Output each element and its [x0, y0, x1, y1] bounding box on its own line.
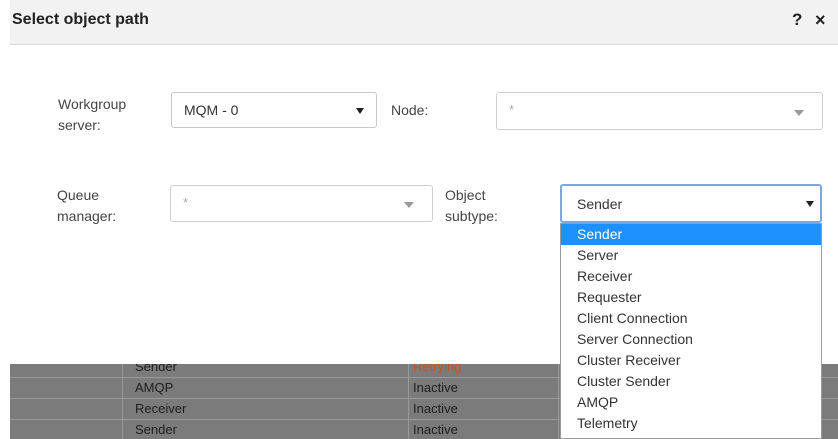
- option-client-connection[interactable]: Client Connection: [561, 308, 821, 329]
- dialog-title: Select object path: [12, 11, 149, 28]
- option-telemetry[interactable]: Telemetry: [561, 413, 821, 434]
- option-requester[interactable]: Requester: [561, 287, 821, 308]
- type-cell: Sender: [135, 422, 177, 437]
- chevron-down-icon: [356, 108, 364, 114]
- label-line: manager:: [57, 208, 117, 224]
- type-cell: Receiver: [135, 401, 187, 416]
- chevron-down-icon: [806, 201, 814, 207]
- object-subtype-label: Object subtype:: [445, 185, 498, 227]
- queue-manager-label: Queue manager:: [57, 185, 116, 227]
- workgroup-server-value: MQM - 0: [184, 102, 239, 118]
- label-line: server:: [58, 117, 101, 133]
- dialog-titlebar: Select object path ? ×: [10, 0, 838, 45]
- status-cell: Inactive: [413, 422, 458, 437]
- option-receiver[interactable]: Receiver: [561, 266, 821, 287]
- type-cell: AMQP: [135, 380, 174, 395]
- close-button[interactable]: ×: [815, 10, 826, 31]
- object-subtype-dropdown: Sender Server Receiver Requester Client …: [560, 223, 822, 439]
- option-cluster-sender[interactable]: Cluster Sender: [561, 371, 821, 392]
- option-server-connection[interactable]: Server Connection: [561, 329, 821, 350]
- type-cell: Sender: [135, 364, 177, 374]
- queue-manager-select[interactable]: *: [170, 185, 433, 222]
- option-amqp[interactable]: AMQP: [561, 392, 821, 413]
- object-subtype-value: Sender: [577, 195, 623, 212]
- node-placeholder: *: [509, 102, 515, 117]
- help-button[interactable]: ?: [792, 10, 802, 30]
- chevron-down-icon: [794, 110, 804, 116]
- workgroup-server-label: Workgroup server:: [58, 94, 126, 136]
- node-label: Node:: [391, 102, 429, 118]
- option-cluster-receiver[interactable]: Cluster Receiver: [561, 350, 821, 371]
- label-line: subtype:: [445, 208, 498, 224]
- label-line: Workgroup: [58, 96, 127, 112]
- status-cell: Retrying: [413, 364, 462, 374]
- option-sender[interactable]: Sender: [561, 224, 821, 245]
- label-line: Object: [445, 187, 486, 203]
- queue-manager-placeholder: *: [183, 195, 189, 210]
- status-cell: Inactive: [413, 380, 458, 395]
- object-subtype-select[interactable]: Sender: [560, 184, 822, 223]
- status-cell: Inactive: [413, 401, 458, 416]
- node-select[interactable]: *: [496, 92, 823, 130]
- label-line: Queue: [57, 187, 100, 203]
- chevron-down-icon: [404, 202, 414, 208]
- option-server[interactable]: Server: [561, 245, 821, 266]
- workgroup-server-select[interactable]: MQM - 0: [171, 92, 377, 128]
